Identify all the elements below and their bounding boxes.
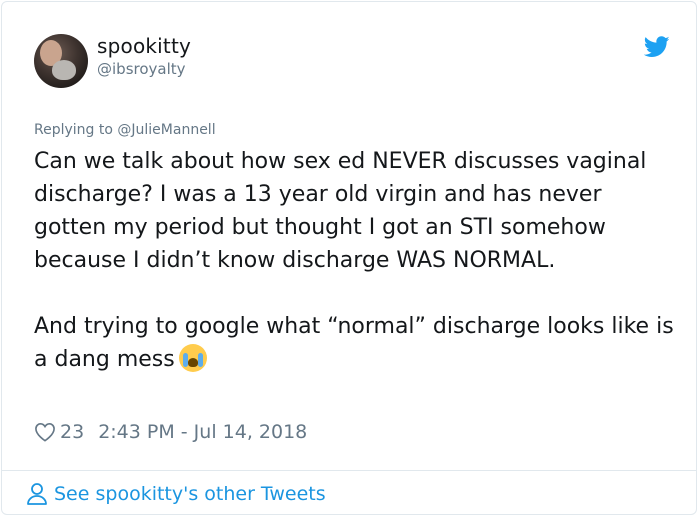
see-other-tweets-label: See spookitty's other Tweets — [54, 483, 326, 505]
see-other-tweets-link[interactable]: See spookitty's other Tweets — [26, 482, 326, 506]
avatar[interactable] — [34, 34, 88, 88]
tweet-card: spookitty @ibsroyalty Replying to @Julie… — [1, 1, 697, 515]
timestamp[interactable]: 2:43 PM - Jul 14, 2018 — [98, 421, 307, 443]
like-count[interactable]: 23 — [60, 421, 84, 443]
replying-to: Replying to @JulieMannell — [34, 122, 216, 138]
tweet-text: Can we talk about how sex ed NEVER discu… — [34, 145, 674, 376]
replying-prefix: Replying to — [34, 122, 118, 138]
loudly-crying-face-icon — [178, 344, 207, 372]
user-handle[interactable]: @ibsroyalty — [97, 60, 186, 78]
reply-mention-link[interactable]: @JulieMannell — [117, 122, 215, 138]
tweet-meta: 23 2:43 PM - Jul 14, 2018 — [34, 420, 307, 444]
twitter-bird-icon[interactable] — [644, 36, 670, 58]
heart-icon[interactable] — [34, 422, 56, 442]
tweet-body: Can we talk about how sex ed NEVER discu… — [34, 149, 674, 372]
person-icon — [27, 483, 47, 505]
display-name[interactable]: spookitty — [97, 34, 191, 58]
divider — [2, 470, 696, 471]
avatar-cat — [52, 60, 76, 80]
